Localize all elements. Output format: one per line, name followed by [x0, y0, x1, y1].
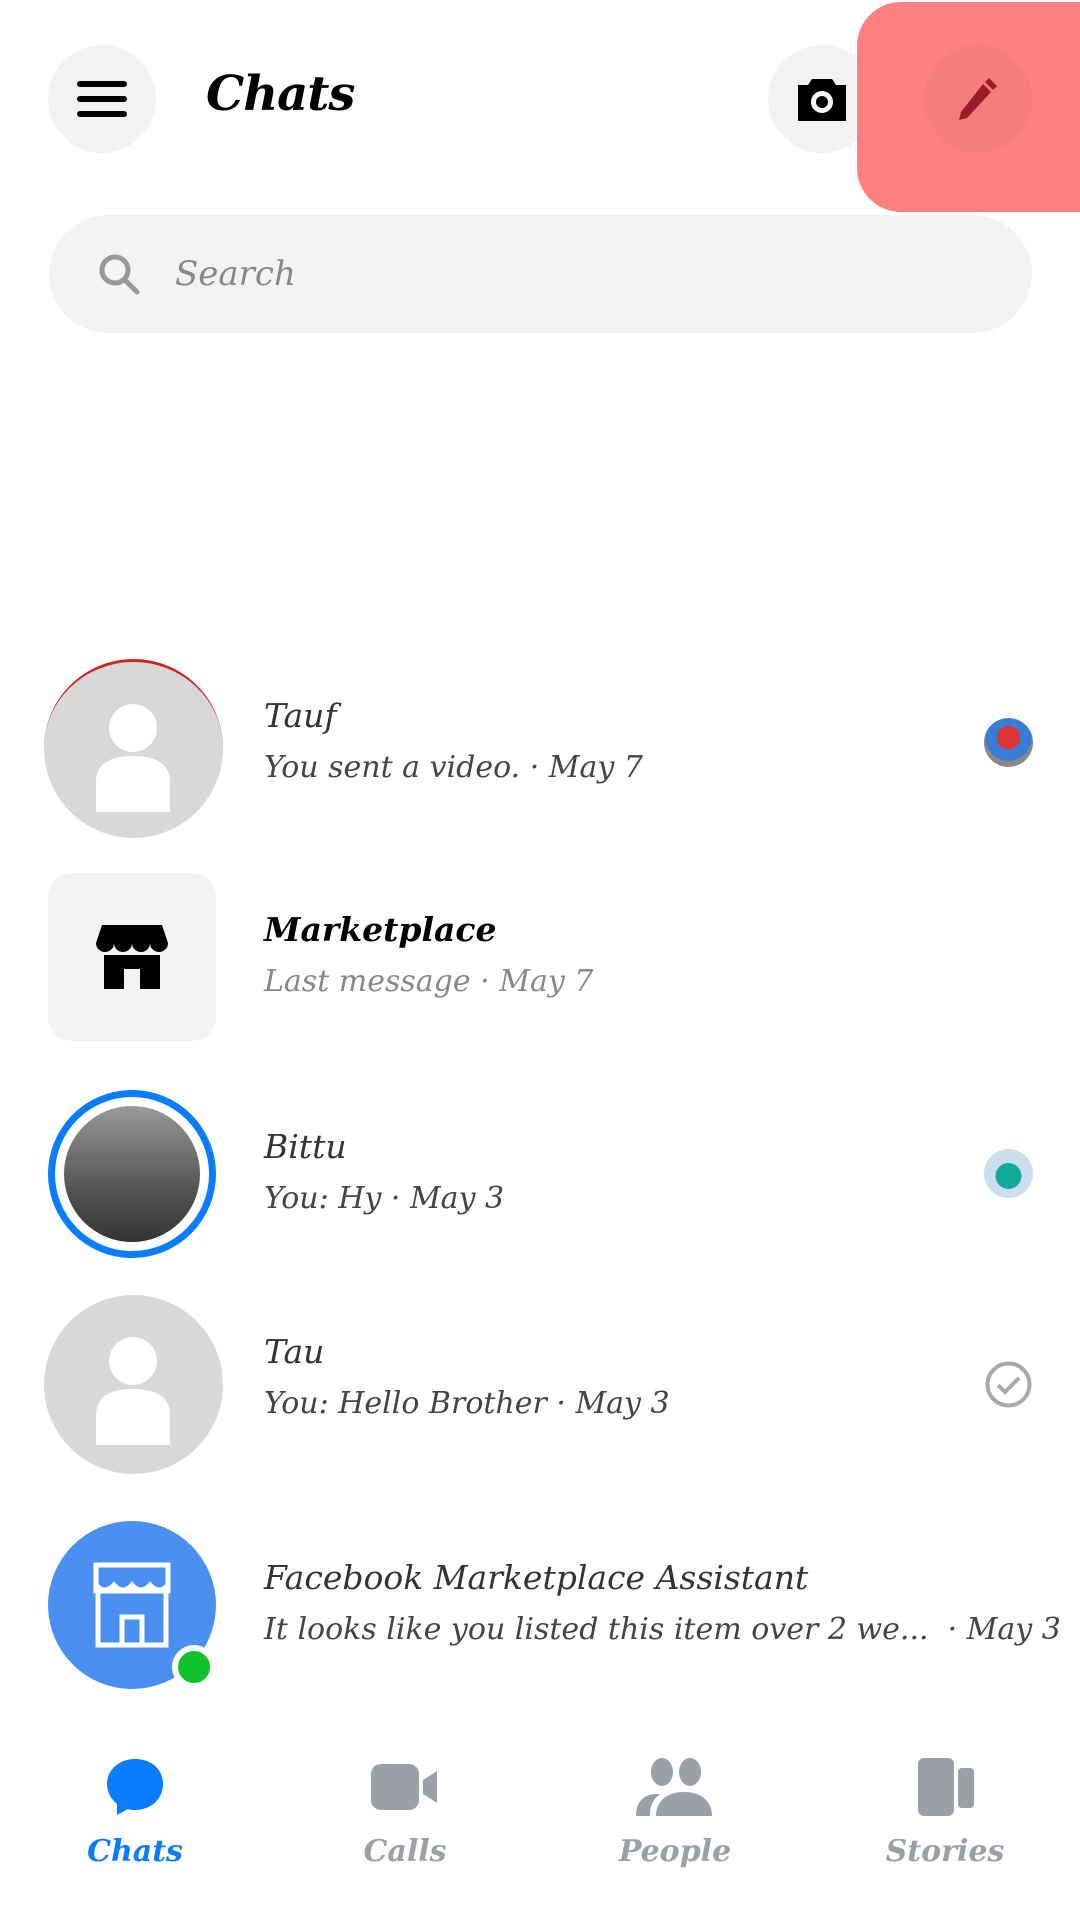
online-indicator	[172, 1645, 216, 1689]
tab-calls[interactable]: Calls	[270, 1714, 540, 1920]
tab-label: Stories	[885, 1834, 1005, 1869]
people-icon	[636, 1758, 712, 1816]
profile-photo	[64, 1106, 200, 1242]
chat-subtitle: Last message · May 7	[264, 964, 594, 999]
chat-subtitle: You: Hello Brother · May 3	[264, 1386, 670, 1421]
chat-row-marketplace-assistant[interactable]: Facebook Marketplace Assistant It looks …	[0, 1504, 1080, 1704]
sent-check-icon	[985, 1361, 1032, 1408]
bottom-nav: Chats Calls People Stories	[0, 1714, 1080, 1920]
avatar	[44, 1295, 223, 1474]
tab-label: Calls	[363, 1834, 447, 1869]
chat-name: Tauf	[264, 696, 337, 735]
search-input[interactable]: Search	[49, 215, 1032, 333]
default-person-icon	[96, 1337, 170, 1445]
chat-subtitle: It looks like you listed this item over …	[264, 1612, 1061, 1647]
stories-icon	[918, 1758, 974, 1816]
tab-people[interactable]: People	[540, 1714, 810, 1920]
tab-stories[interactable]: Stories	[810, 1714, 1080, 1920]
tab-label: Chats	[87, 1834, 183, 1869]
avatar	[48, 1521, 216, 1689]
search-placeholder: Search	[175, 254, 296, 294]
avatar	[48, 1090, 216, 1258]
menu-button[interactable]	[48, 45, 156, 153]
camera-icon	[798, 79, 846, 121]
chat-name: Facebook Marketplace Assistant	[264, 1558, 809, 1597]
tab-label: People	[618, 1834, 732, 1869]
hamburger-icon	[77, 81, 127, 117]
chat-name: Marketplace	[264, 910, 497, 949]
avatar	[44, 659, 223, 838]
chat-row-tau[interactable]: Tau You: Hello Brother · May 3	[0, 1284, 1080, 1484]
pencil-icon	[959, 78, 997, 120]
chat-subtitle: You sent a video. · May 7	[264, 750, 643, 785]
chat-bubble-icon	[107, 1759, 163, 1815]
seen-avatar-icon	[984, 1149, 1033, 1198]
chat-row-marketplace[interactable]: Marketplace Last message · May 7	[0, 856, 1080, 1056]
default-person-icon	[96, 704, 170, 812]
video-camera-icon	[371, 1764, 437, 1810]
chat-name: Tau	[264, 1332, 325, 1371]
chat-subtitle: You: Hy · May 3	[264, 1181, 505, 1216]
store-icon	[96, 925, 168, 989]
compose-button[interactable]	[924, 45, 1032, 153]
chat-name: Bittu	[264, 1127, 347, 1166]
search-icon	[99, 254, 140, 295]
page-title: Chats	[206, 66, 355, 122]
tab-chats[interactable]: Chats	[0, 1714, 270, 1920]
seen-avatar-icon	[984, 718, 1033, 767]
chat-row-bittu[interactable]: Bittu You: Hy · May 3	[0, 1073, 1080, 1273]
avatar	[48, 873, 216, 1041]
chat-row-tauf[interactable]: Tauf You sent a video. · May 7	[0, 648, 1080, 848]
store-icon	[93, 1562, 171, 1648]
